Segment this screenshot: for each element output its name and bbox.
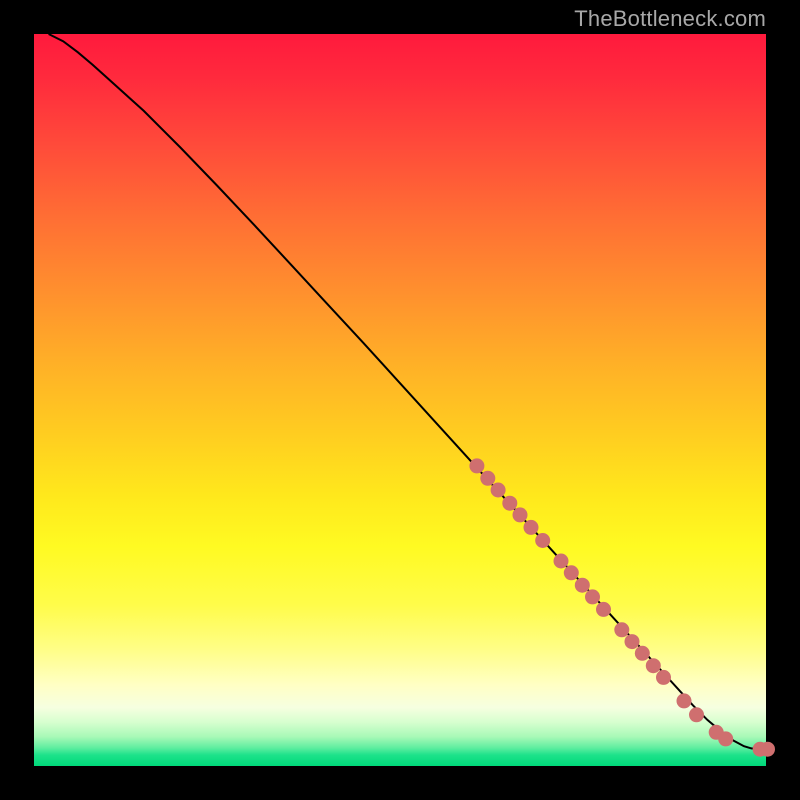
data-marker bbox=[585, 589, 600, 604]
plot-area bbox=[34, 34, 766, 766]
data-marker bbox=[469, 458, 484, 473]
chart-stage: TheBottleneck.com bbox=[0, 0, 800, 800]
data-marker bbox=[502, 496, 517, 511]
data-marker bbox=[513, 507, 528, 522]
data-marker bbox=[491, 483, 506, 498]
data-marker bbox=[646, 658, 661, 673]
watermark-text: TheBottleneck.com bbox=[574, 6, 766, 32]
data-marker bbox=[554, 554, 569, 569]
data-marker bbox=[677, 693, 692, 708]
data-marker bbox=[480, 471, 495, 486]
data-marker bbox=[760, 742, 775, 757]
chart-svg bbox=[34, 34, 766, 766]
data-marker bbox=[596, 602, 611, 617]
data-marker bbox=[535, 533, 550, 548]
curve-path bbox=[49, 34, 766, 749]
data-marker bbox=[625, 634, 640, 649]
data-marker bbox=[524, 520, 539, 535]
data-marker bbox=[635, 646, 650, 661]
data-marker bbox=[575, 578, 590, 593]
data-marker bbox=[718, 731, 733, 746]
data-marker bbox=[656, 670, 671, 685]
data-marker bbox=[564, 565, 579, 580]
data-marker bbox=[689, 707, 704, 722]
data-marker bbox=[614, 622, 629, 637]
marker-group bbox=[469, 458, 775, 756]
